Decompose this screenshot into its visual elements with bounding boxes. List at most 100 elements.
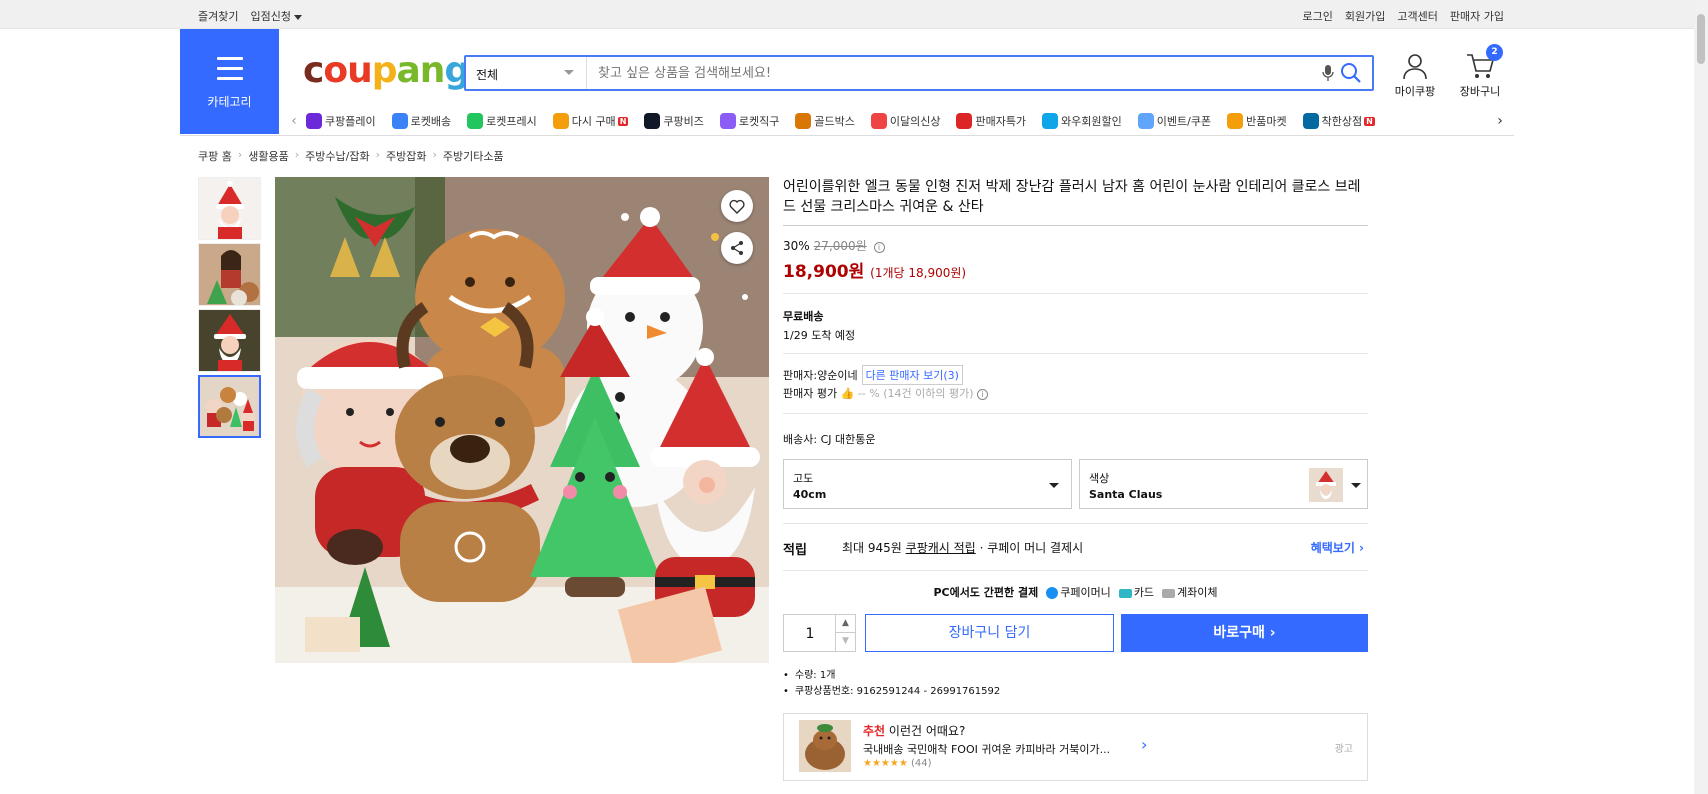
size-option-select[interactable]: 고도 40cm: [783, 459, 1072, 509]
nav-item-icon: [1042, 113, 1059, 129]
info-icon[interactable]: i: [977, 389, 988, 400]
favorites-link[interactable]: 즐겨찾기: [198, 8, 238, 24]
info-icon[interactable]: i: [873, 242, 885, 253]
add-to-cart-button[interactable]: 장바구니 담기: [865, 614, 1114, 652]
sale-price-row: 18,900원 (1개당 18,900원): [783, 257, 966, 282]
chevron-right-icon[interactable]: ›: [1488, 113, 1512, 129]
product-facts: 수량: 1개 쿠팡상품번호: 9162591244 - 26991761592: [783, 668, 1000, 700]
nav-item-icon: [870, 113, 887, 129]
benefits-link[interactable]: 혜택보기 ›: [1311, 539, 1364, 556]
main-product-image[interactable]: [275, 177, 769, 663]
cart-button[interactable]: 2 장바구니: [1452, 44, 1508, 99]
nav-item[interactable]: 반품마켓: [1227, 113, 1287, 129]
nav-item[interactable]: 다시 구매 N: [552, 113, 629, 129]
nav-divider: [180, 135, 1514, 136]
breadcrumb-item[interactable]: 주방기타소품: [443, 148, 504, 164]
nav-item[interactable]: 골드박스: [795, 113, 855, 129]
recommendation-card[interactable]: 추천 이런건 어때요? 국내배송 국민애착 FOOI 귀여운 카피바라 거북이가…: [783, 713, 1368, 781]
thumbnail-list: [198, 177, 261, 441]
chevron-up-icon[interactable]: ▲: [835, 615, 855, 633]
chevron-left-icon[interactable]: ‹: [282, 113, 306, 129]
search-category-select[interactable]: 전체: [466, 57, 587, 89]
cart-label: 장바구니: [1459, 85, 1501, 98]
ad-label: 광고: [1334, 744, 1353, 755]
coupang-logo[interactable]: coupang: [303, 50, 470, 91]
microphone-icon[interactable]: [1322, 64, 1334, 85]
chevron-down-icon: [564, 70, 574, 75]
nav-item[interactable]: 로켓프레시: [467, 113, 537, 129]
store-apply-link[interactable]: 입점신청: [250, 8, 302, 24]
scrollbar-thumb[interactable]: [1697, 14, 1705, 64]
breadcrumb: 쿠팡 홈 › 생활용품 › 주방수납/잡화 › 주방잡화 › 주방기타소품: [198, 148, 504, 164]
nav-item[interactable]: 쿠팡플레이: [306, 113, 376, 129]
new-badge: N: [617, 116, 629, 126]
thumbnail-group[interactable]: [198, 375, 261, 438]
nav-item-icon: [1227, 113, 1244, 129]
bank-icon: [1162, 588, 1176, 598]
coupang-cash-link[interactable]: 쿠팡캐시 적립: [906, 541, 976, 555]
quantity-input[interactable]: 1: [784, 626, 836, 642]
nav-item-icon: [795, 113, 812, 129]
thumbs-up-icon: 👍: [840, 387, 855, 400]
original-price: 27,000원: [813, 239, 867, 253]
page-scrollbar[interactable]: [1694, 0, 1708, 794]
search-input[interactable]: [588, 57, 1288, 89]
nav-item[interactable]: 착한상점 N: [1302, 113, 1375, 129]
chevron-down-icon[interactable]: ▼: [835, 633, 855, 651]
nav-item-label: 로켓직구: [738, 115, 780, 128]
search-category-value: 전체: [476, 68, 499, 82]
signup-link[interactable]: 회원가입: [1345, 8, 1385, 24]
login-link[interactable]: 로그인: [1303, 8, 1333, 24]
my-coupang-button[interactable]: 마이쿠팡: [1390, 52, 1440, 99]
seller-name[interactable]: 양순이네: [817, 369, 857, 382]
seller-signup-link[interactable]: 판매자 가입: [1450, 8, 1504, 24]
card-icon: [1118, 588, 1132, 598]
card-method: 카드: [1118, 584, 1154, 600]
nav-item[interactable]: 이달의신상: [870, 113, 941, 129]
other-sellers-button[interactable]: 다른 판매자 보기(3): [861, 365, 963, 385]
option-label: 고도: [793, 472, 814, 485]
nav-item[interactable]: 이벤트/쿠폰: [1137, 113, 1211, 129]
nav-item-label: 로켓배송: [410, 115, 452, 128]
search-bar: 전체: [464, 55, 1374, 91]
nav-item-label: 판매자특가: [975, 115, 1027, 128]
nav-item[interactable]: 로켓직구: [719, 113, 780, 129]
wishlist-heart-button[interactable]: [721, 190, 753, 222]
breadcrumb-item[interactable]: 주방잡화: [386, 148, 426, 164]
recommend-item-title: 국내배송 국민애착 FOOI 귀여운 카피바라 거북이가...: [863, 743, 1111, 756]
share-button[interactable]: [721, 232, 753, 264]
support-link[interactable]: 고객센터: [1397, 8, 1437, 24]
chevron-right-icon[interactable]: ›: [1141, 735, 1147, 754]
divider: [783, 293, 1368, 294]
product-title: 어린이를위한 엘크 동물 인형 진저 박제 장난감 플러시 남자 홈 어린이 눈…: [783, 177, 1368, 226]
search-icon[interactable]: [1340, 62, 1362, 87]
breadcrumb-item[interactable]: 주방수납/잡화: [305, 148, 369, 164]
divider: [783, 353, 1368, 354]
courier-label: 배송사:: [783, 433, 818, 446]
nav-item[interactable]: 로켓배송: [391, 113, 452, 129]
breadcrumb-item[interactable]: 쿠팡 홈: [198, 148, 232, 164]
nav-item[interactable]: 쿠팡비즈: [644, 113, 704, 129]
nav-item-label: 로켓프레시: [486, 115, 537, 128]
thumbnail-girl[interactable]: [198, 243, 261, 306]
logo-part: p: [371, 50, 398, 91]
thumbnail-santa-2[interactable]: [198, 309, 261, 372]
coupay-money-method: 쿠페이머니: [1046, 584, 1111, 600]
arrival-date: 1/29 도착 예정: [783, 329, 856, 342]
nav-item-icon: [1302, 113, 1319, 129]
nav-item-label: 이달의신상: [889, 115, 941, 128]
top-nav: ‹ 쿠팡플레이 로켓배송 로켓프레시 다시 구매 N 쿠팡비즈 로켓직구 골드박스 이달의신상 판…: [282, 108, 1512, 134]
breadcrumb-item[interactable]: 생활용품: [248, 148, 288, 164]
nav-item-icon: [552, 113, 569, 129]
breadcrumb-separator: ›: [294, 148, 300, 161]
breadcrumb-separator: ›: [237, 148, 243, 161]
nav-item[interactable]: 판매자특가: [956, 113, 1026, 129]
seller-rating-row: 판매자 평가 👍 -- % (14건 이하의 평가) i: [783, 385, 988, 401]
thumbnail-santa[interactable]: [198, 177, 261, 240]
color-option-select[interactable]: 색상 Santa Claus: [1079, 459, 1368, 509]
star-rating: ★★★★★: [863, 758, 908, 769]
category-button[interactable]: 카테고리: [180, 29, 279, 134]
product-info-panel: 어린이를위한 엘크 동물 인형 진저 박제 장난감 플러시 남자 홈 어린이 눈…: [783, 177, 1368, 781]
nav-item[interactable]: 와우회원할인: [1042, 113, 1122, 129]
buy-now-button[interactable]: 바로구매 ›: [1121, 614, 1368, 652]
